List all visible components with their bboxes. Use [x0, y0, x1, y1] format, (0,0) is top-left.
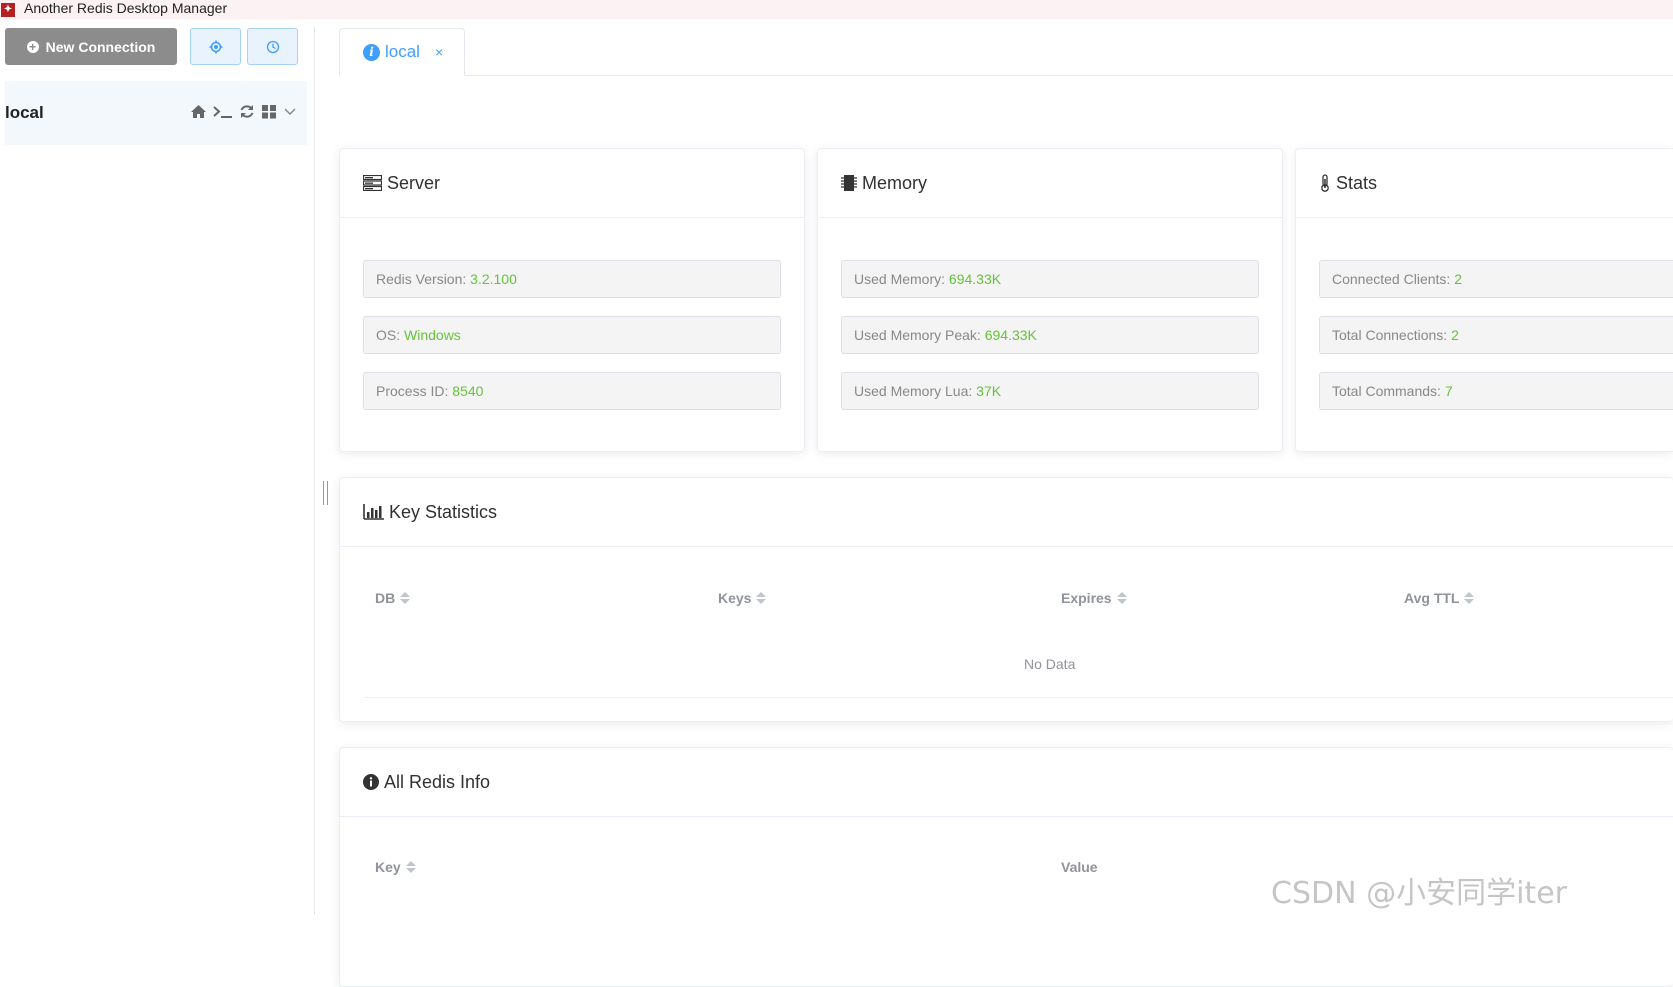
stat-value: Windows: [404, 327, 461, 343]
server-stat-redis-version: Redis Version: 3.2.100: [363, 260, 781, 298]
sort-icon[interactable]: [400, 592, 411, 604]
stat-value: 3.2.100: [470, 271, 517, 287]
memory-stat-peak: Used Memory Peak: 694.33K: [841, 316, 1259, 354]
stat-value: 2: [1454, 271, 1462, 287]
app-logo-icon: ✦: [1, 2, 15, 17]
server-icon: [363, 175, 382, 191]
app-title: Another Redis Desktop Manager: [24, 0, 228, 16]
column-header-keys[interactable]: Keys: [718, 590, 767, 606]
memory-stat-lua: Used Memory Lua: 37K: [841, 372, 1259, 410]
server-card: Server Redis Version: 3.2.100 OS: Window…: [339, 148, 805, 452]
history-button[interactable]: [247, 28, 298, 65]
gear-icon: [209, 40, 222, 53]
all-redis-info-card: All Redis Info Key Value: [339, 747, 1673, 987]
stat-label: Total Commands:: [1332, 383, 1441, 399]
column-label: Key: [375, 859, 401, 875]
thermometer-icon: [1321, 174, 1329, 192]
server-card-header: Server: [340, 149, 804, 218]
stat-label: Connected Clients:: [1332, 271, 1451, 287]
tab-close-icon[interactable]: ×: [435, 44, 443, 60]
column-label: Keys: [718, 590, 752, 606]
server-card-title: Server: [387, 172, 441, 193]
stat-label: Used Memory Peak:: [854, 327, 981, 343]
key-statistics-card: Key Statistics DB Keys Expires Avg TTL N…: [339, 477, 1673, 722]
key-statistics-header: Key Statistics: [340, 478, 1673, 547]
sort-icon[interactable]: [1464, 592, 1475, 604]
column-label: Expires: [1061, 590, 1112, 606]
server-stat-process-id: Process ID: 8540: [363, 372, 781, 410]
sort-icon[interactable]: [405, 861, 416, 873]
stat-label: Used Memory Lua:: [854, 383, 973, 399]
stat-value: 694.33K: [984, 327, 1037, 343]
stats-stat-total-commands: Total Commands: 7: [1319, 372, 1673, 410]
bar-chart-icon: [363, 504, 384, 520]
refresh-icon[interactable]: [239, 104, 255, 119]
tab-label: local: [385, 42, 420, 61]
memory-card: Memory Used Memory: 694.33K Used Memory …: [817, 148, 1283, 452]
column-label: Avg TTL: [1404, 590, 1460, 606]
info-circle-icon: [363, 774, 379, 790]
settings-button[interactable]: [190, 28, 241, 65]
key-statistics-table-header: DB Keys Expires Avg TTL: [340, 590, 1673, 610]
stat-value: 37K: [976, 383, 1002, 399]
stat-value: 7: [1444, 383, 1453, 399]
grid-icon[interactable]: [261, 104, 277, 119]
stats-card-title: Stats: [1336, 172, 1378, 193]
home-icon[interactable]: [190, 104, 207, 119]
stat-label: OS:: [376, 327, 401, 343]
all-redis-info-header: All Redis Info: [340, 748, 1673, 817]
tab-bar-line: [339, 75, 1673, 76]
column-label: Value: [1061, 859, 1098, 875]
sort-icon[interactable]: [756, 592, 767, 604]
stat-value: 8540: [452, 383, 484, 399]
key-statistics-title: Key Statistics: [389, 501, 498, 522]
server-stat-os: OS: Windows: [363, 316, 781, 354]
column-header-expires[interactable]: Expires: [1061, 590, 1127, 606]
stat-label: Process ID:: [376, 383, 449, 399]
resize-handle[interactable]: [323, 481, 328, 505]
stat-label: Used Memory:: [854, 271, 946, 287]
connection-item-local[interactable]: local: [5, 81, 307, 145]
info-icon: i: [363, 43, 380, 61]
column-header-key[interactable]: Key: [375, 859, 416, 875]
memory-stat-used: Used Memory: 694.33K: [841, 260, 1259, 298]
window-titlebar: ✦ Another Redis Desktop Manager: [0, 0, 1673, 19]
stat-value: 2: [1451, 327, 1459, 343]
stat-label: Total Connections:: [1332, 327, 1448, 343]
memory-card-title: Memory: [862, 172, 928, 193]
table-bottom-line: [364, 697, 1673, 698]
connection-name: local: [5, 103, 44, 122]
new-connection-button[interactable]: + New Connection: [5, 28, 177, 65]
clock-icon: [266, 40, 279, 53]
sort-icon[interactable]: [1116, 592, 1127, 604]
stat-label: Redis Version:: [376, 271, 467, 287]
watermark: CSDN @小安同学iter: [1271, 876, 1567, 911]
memory-chip-icon: [841, 175, 857, 191]
tab-local[interactable]: i local ×: [339, 28, 465, 76]
terminal-icon[interactable]: [213, 104, 233, 119]
connection-actions: [190, 104, 297, 119]
column-header-db[interactable]: DB: [375, 590, 411, 606]
sidebar: + New Connection local: [0, 19, 314, 975]
column-header-value: Value: [1061, 859, 1098, 875]
column-header-avg-ttl[interactable]: Avg TTL: [1404, 590, 1475, 606]
stats-card-header: Stats: [1296, 149, 1673, 218]
stats-card: Stats Connected Clients: 2 Total Connect…: [1295, 148, 1673, 452]
chevron-down-icon[interactable]: [283, 104, 297, 119]
new-connection-label: New Connection: [45, 38, 156, 55]
sidebar-divider: [314, 27, 315, 915]
stats-stat-connected-clients: Connected Clients: 2: [1319, 260, 1673, 298]
stats-stat-total-connections: Total Connections: 2: [1319, 316, 1673, 354]
column-label: DB: [375, 590, 396, 606]
empty-table-text: No Data: [1024, 656, 1076, 672]
stat-value: 694.33K: [948, 271, 1002, 287]
all-redis-info-title: All Redis Info: [384, 771, 491, 792]
plus-circle-icon: +: [26, 40, 39, 53]
memory-card-header: Memory: [818, 149, 1282, 218]
